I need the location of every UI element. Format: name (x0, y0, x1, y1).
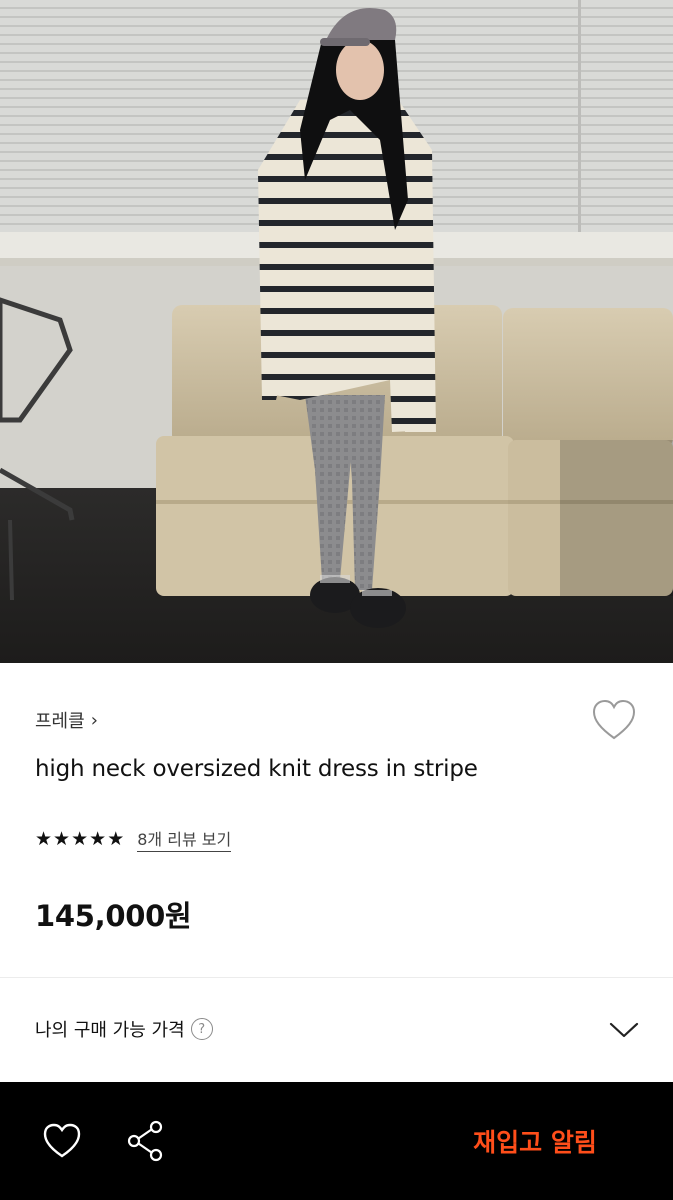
purchase-price-label: 나의 구매 가능 가격 (35, 1020, 185, 1041)
product-image[interactable] (0, 0, 673, 663)
heart-icon (43, 1123, 81, 1158)
bottom-wishlist-button[interactable] (42, 1122, 82, 1160)
product-price: 145,000원 (35, 899, 192, 933)
star-icon: ★ (107, 827, 125, 850)
product-photo (0, 0, 673, 663)
wishlist-button[interactable] (590, 698, 638, 744)
rating: ★ ★ ★ ★ ★ 8개 리뷰 보기 (35, 826, 232, 852)
star-icon: ★ (71, 827, 89, 850)
question-circle-icon[interactable]: ? (190, 1018, 213, 1040)
chevron-down-icon[interactable] (608, 1020, 640, 1040)
star-icon: ★ (35, 827, 53, 850)
bottom-action-bar: 재입고 알림 (0, 1082, 673, 1200)
share-button[interactable] (126, 1120, 166, 1162)
star-icon: ★ (89, 827, 107, 850)
review-link[interactable]: 8개 리뷰 보기 (137, 826, 232, 852)
brand-name: 프레클 (35, 711, 85, 732)
chevron-right-icon: › (90, 709, 98, 731)
star-icon: ★ (53, 827, 71, 850)
brand-link[interactable]: 프레클 › (35, 707, 98, 733)
purchase-price-accordion[interactable]: 나의 구매 가능 가격 ? (0, 978, 673, 1082)
heart-icon (592, 699, 636, 740)
purchase-price-label-group: 나의 구매 가능 가격 ? (35, 1016, 213, 1042)
share-icon (127, 1120, 163, 1162)
product-title: high neck oversized knit dress in stripe (35, 756, 478, 782)
star-rating: ★ ★ ★ ★ ★ (35, 827, 125, 850)
restock-alert-button[interactable]: 재입고 알림 (440, 1120, 630, 1162)
